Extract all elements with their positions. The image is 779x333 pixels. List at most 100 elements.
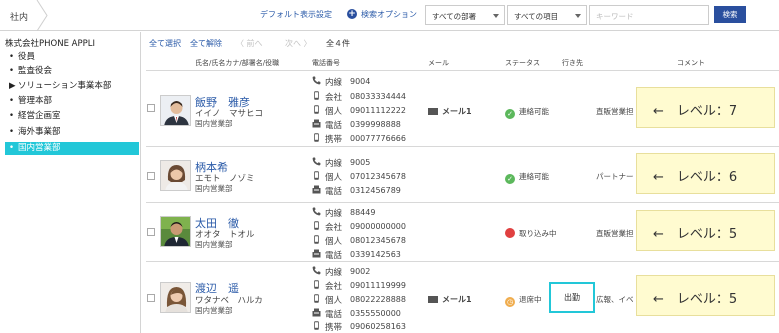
avatar[interactable] xyxy=(160,216,191,247)
row-checkbox[interactable] xyxy=(147,228,155,236)
field-select-value: すべての項目 xyxy=(514,12,559,21)
employee-department: 国内営業部 xyxy=(195,306,233,315)
bullet-icon: • xyxy=(9,96,15,106)
column-header-name[interactable]: 氏名/氏名カナ/部署名/役職 xyxy=(195,58,279,68)
mail-label: メール1 xyxy=(442,107,472,116)
avatar[interactable] xyxy=(160,95,191,126)
bullet-icon: • xyxy=(9,66,15,76)
level-callout: ← レベル：5 xyxy=(636,275,775,316)
plus-circle-icon[interactable]: + xyxy=(347,9,357,19)
phone-number[interactable]: 9004 xyxy=(350,77,370,86)
sidebar-item-overseas[interactable]: • 海外事業部 xyxy=(5,126,139,139)
department-select[interactable]: すべての部署 xyxy=(425,5,505,25)
phone-icon xyxy=(312,76,321,85)
select-all-link[interactable]: 全て選択 xyxy=(149,38,181,49)
sidebar-item-admin[interactable]: • 管理本部 xyxy=(5,95,139,108)
keyword-input[interactable]: キーワード xyxy=(589,5,709,25)
phone-label: 個人 xyxy=(325,107,343,117)
avatar[interactable] xyxy=(160,282,191,313)
phone-label: 個人 xyxy=(325,237,343,247)
phone-number[interactable]: 0399998888 xyxy=(350,120,401,129)
phone-number[interactable]: 88449 xyxy=(350,208,375,217)
sidebar-item-domestic-sales[interactable]: • 国内営業部 xyxy=(5,142,139,155)
prev-page-link[interactable]: 〈 前へ xyxy=(236,38,263,49)
employee-department: 国内営業部 xyxy=(195,240,233,249)
phone-number[interactable]: 0312456789 xyxy=(350,186,401,195)
mobile-icon xyxy=(312,91,321,100)
bullet-icon: • xyxy=(9,143,15,153)
row-checkbox[interactable] xyxy=(147,104,155,112)
level-callout: ← レベル：5 xyxy=(636,210,775,251)
phone-label: 電話 xyxy=(325,251,343,261)
phone-number[interactable]: 0355550000 xyxy=(350,309,401,318)
phone-number[interactable]: 9002 xyxy=(350,267,370,276)
sidebar-item-label: ソリューション事業本部 xyxy=(18,81,112,91)
row-divider xyxy=(146,261,779,262)
phone-label: 電話 xyxy=(325,121,343,131)
phone-number[interactable]: 09000000000 xyxy=(350,222,406,231)
company-name[interactable]: 株式会社PHONE APPLI xyxy=(5,37,95,49)
phone-number[interactable]: 09060258163 xyxy=(350,322,406,331)
fax-icon xyxy=(312,119,321,128)
status-text: 退席中 xyxy=(519,295,542,304)
phone-label: 個人 xyxy=(325,296,343,306)
bullet-icon: • xyxy=(9,111,15,121)
phone-number[interactable]: 0339142563 xyxy=(350,250,401,259)
phone-label: 内線 xyxy=(325,268,343,278)
row-checkbox[interactable] xyxy=(147,294,155,302)
fax-icon xyxy=(312,308,321,317)
mail-link[interactable]: メール1 xyxy=(428,106,472,117)
phone-number[interactable]: 08012345678 xyxy=(350,236,406,245)
fax-icon xyxy=(312,185,321,194)
mail-link[interactable]: メール1 xyxy=(428,294,472,305)
phone-label: 内線 xyxy=(325,159,343,169)
column-header-comment[interactable]: コメント xyxy=(677,58,705,68)
phone-number[interactable]: 09011119999 xyxy=(350,281,406,290)
status-badge: ✓ 連絡可能 xyxy=(505,171,549,184)
field-select[interactable]: すべての項目 xyxy=(507,5,587,25)
phone-label: 会社 xyxy=(325,282,343,292)
comment-text: 直販営業担 xyxy=(596,107,634,116)
phone-number[interactable]: 08022228888 xyxy=(350,295,406,304)
status-badge: 取り込み中 xyxy=(505,228,557,239)
busy-circle-icon xyxy=(505,228,515,238)
column-header-status[interactable]: ステータス xyxy=(505,58,540,68)
envelope-icon xyxy=(428,296,438,303)
default-view-link[interactable]: デフォルト表示設定 xyxy=(260,9,332,20)
fax-icon xyxy=(312,249,321,258)
divider xyxy=(146,70,779,71)
expand-arrow-icon[interactable]: ▶ xyxy=(9,80,18,93)
search-button[interactable]: 検索 xyxy=(714,6,746,23)
status-text: 連絡可能 xyxy=(519,172,549,181)
phone-number[interactable]: 08033334444 xyxy=(350,92,406,101)
row-divider xyxy=(146,146,779,147)
mail-label: メール1 xyxy=(442,295,472,304)
column-header-phone[interactable]: 電話番号 xyxy=(312,58,340,68)
phone-icon xyxy=(312,266,321,275)
sidebar-item-label: 役員 xyxy=(18,52,36,62)
phone-number[interactable]: 9005 xyxy=(350,158,370,167)
phone-number[interactable]: 09011112222 xyxy=(350,106,406,115)
row-checkbox[interactable] xyxy=(147,172,155,180)
next-page-link[interactable]: 次へ 〉 xyxy=(285,38,312,49)
sidebar-item-audit-board[interactable]: • 監査役会 xyxy=(5,65,139,78)
column-header-mail[interactable]: メール xyxy=(428,58,449,68)
sidebar-item-label: 経営企画室 xyxy=(18,111,61,121)
comment-text: 広報、イベ xyxy=(596,295,634,304)
bullet-icon: • xyxy=(9,52,15,62)
mobile-icon xyxy=(312,280,321,289)
column-header-destination[interactable]: 行き先 xyxy=(562,58,583,68)
comment-text: パートナー xyxy=(596,172,634,181)
sidebar-item-planning[interactable]: • 経営企画室 xyxy=(5,110,139,123)
deselect-all-link[interactable]: 全て解除 xyxy=(190,38,222,49)
mobile-icon xyxy=(312,171,321,180)
search-options-link[interactable]: 検索オプション xyxy=(361,9,417,20)
phone-number[interactable]: 00077776666 xyxy=(350,134,406,143)
mobile-icon xyxy=(312,321,321,330)
avatar[interactable] xyxy=(160,160,191,191)
sidebar-item-officers[interactable]: • 役員 xyxy=(5,51,139,64)
phone-number[interactable]: 07012345678 xyxy=(350,172,406,181)
destination-badge[interactable]: 出勤 xyxy=(549,282,595,313)
sidebar-item-solutions[interactable]: ▶ ソリューション事業本部 xyxy=(5,80,139,93)
sidebar-item-label: 国内営業部 xyxy=(18,143,61,153)
